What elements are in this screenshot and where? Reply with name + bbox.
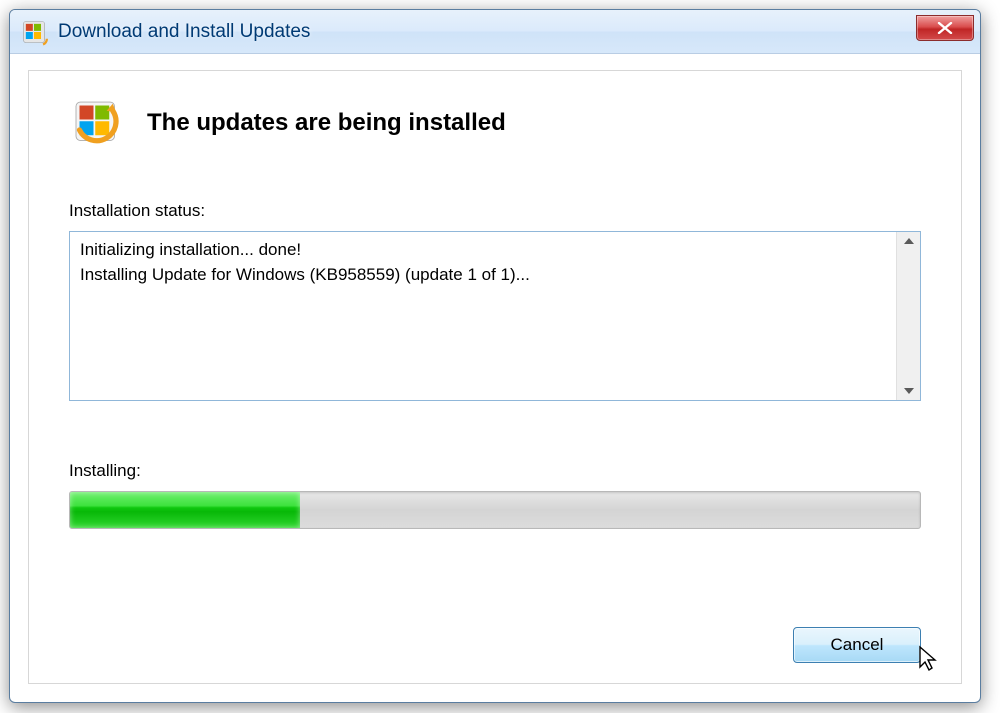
- cancel-button-label: Cancel: [831, 635, 884, 655]
- close-button[interactable]: [916, 15, 974, 41]
- status-text: Initializing installation... done! Insta…: [70, 232, 896, 400]
- status-label: Installation status:: [69, 201, 921, 221]
- windows-update-large-icon: [69, 95, 125, 151]
- dialog-heading: The updates are being installed: [147, 109, 506, 137]
- dialog-content: The updates are being installed Installa…: [28, 70, 962, 684]
- windows-update-icon: [20, 18, 48, 46]
- titlebar[interactable]: Download and Install Updates: [10, 10, 980, 54]
- scrollbar[interactable]: [896, 232, 920, 400]
- cancel-button[interactable]: Cancel: [793, 627, 921, 663]
- header-row: The updates are being installed: [69, 95, 921, 151]
- scroll-up-icon[interactable]: [904, 238, 914, 244]
- progress-fill: [70, 492, 300, 528]
- scroll-down-icon[interactable]: [904, 388, 914, 394]
- button-row: Cancel: [793, 627, 921, 663]
- window-title: Download and Install Updates: [58, 21, 916, 43]
- progress-bar: [69, 491, 921, 529]
- status-textbox: Initializing installation... done! Insta…: [69, 231, 921, 401]
- dialog-window: Download and Install Updates: [9, 9, 981, 703]
- close-icon: [937, 22, 953, 34]
- progress-label: Installing:: [69, 461, 921, 481]
